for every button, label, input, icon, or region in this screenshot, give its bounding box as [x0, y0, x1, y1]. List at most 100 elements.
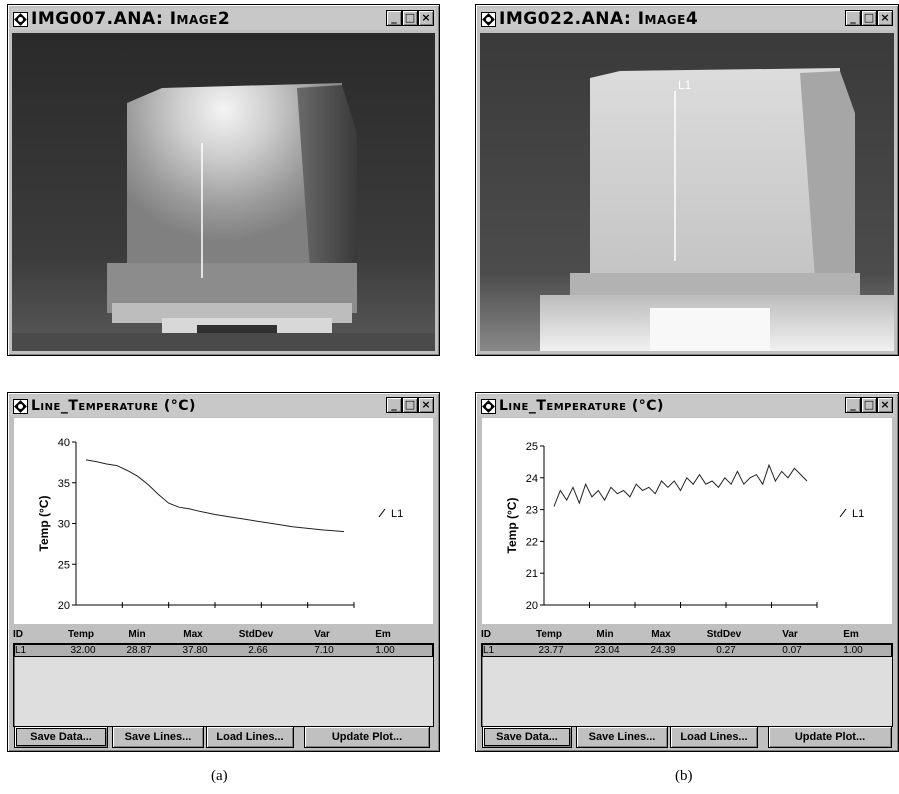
- column-header: Em: [843, 629, 859, 640]
- y-tick-label: 35: [58, 478, 70, 490]
- legend-label: L1: [391, 508, 403, 520]
- save-data-button[interactable]: Save Data...: [482, 726, 572, 748]
- load-lines-button[interactable]: Load Lines...: [206, 726, 294, 748]
- stats-table: ID Temp Min Max StdDev Var Em: [13, 629, 434, 640]
- close-icon[interactable]: ×: [877, 397, 893, 413]
- y-tick-label: 23: [526, 505, 538, 517]
- maximize-icon[interactable]: □: [861, 397, 877, 413]
- close-icon[interactable]: ×: [418, 397, 434, 413]
- y-tick-label: 25: [526, 441, 538, 453]
- thermal-image[interactable]: [12, 33, 435, 351]
- table-cell: L1: [483, 645, 495, 656]
- title-bar[interactable]: Line_Temperature (°C) _ □ ×: [479, 395, 895, 417]
- minimize-icon[interactable]: _: [845, 10, 861, 26]
- legend-swatch: [839, 508, 847, 518]
- maximize-icon[interactable]: □: [402, 397, 418, 413]
- image-window-b: IMG022.ANA: Image4 _ □ × L1: [475, 4, 899, 356]
- y-tick-label: 20: [526, 600, 538, 612]
- caption-b: (b): [675, 768, 693, 784]
- maximize-icon[interactable]: □: [402, 10, 418, 26]
- table-row[interactable]: L1 23.77 23.04 24.39 0.27 0.07 1.00: [482, 644, 892, 657]
- y-tick-label: 25: [58, 559, 70, 571]
- load-lines-button[interactable]: Load Lines...: [670, 726, 758, 748]
- legend-label: L1: [852, 508, 864, 520]
- table-cell: 37.80: [182, 645, 208, 656]
- column-header: StdDev: [238, 629, 274, 640]
- app-icon[interactable]: [481, 11, 496, 27]
- plot-window-b: Line_Temperature (°C) _ □ × 20 21 22 23 24 25…: [475, 392, 899, 752]
- series-line-l1: [85, 459, 345, 533]
- thermal-image-graphic: L1: [480, 33, 894, 351]
- y-tick-label: 24: [526, 473, 538, 485]
- close-icon[interactable]: ×: [877, 10, 893, 26]
- window-title: IMG022.ANA: Image4: [499, 9, 699, 29]
- table-cell: 1.00: [843, 645, 863, 656]
- table-cell: 1.00: [375, 645, 395, 656]
- stats-table: ID Temp Min Max StdDev Var Em: [481, 629, 893, 640]
- table-cell: L1: [15, 645, 27, 656]
- thermal-image[interactable]: L1: [480, 33, 894, 351]
- table-cell: 28.87: [126, 645, 152, 656]
- line-chart: 20 21 22 23 24 25 Temp (°C) L1: [505, 441, 864, 612]
- stats-header: ID Temp Min Max StdDev Var Em: [481, 629, 893, 640]
- column-header: Var: [314, 629, 330, 640]
- minimize-icon[interactable]: _: [386, 397, 402, 413]
- temperature-plot[interactable]: 20 25 30 35 40 Temp (°C) L1: [14, 418, 433, 624]
- y-tick-label: 21: [526, 568, 538, 580]
- minimize-icon[interactable]: _: [386, 10, 402, 26]
- title-bar[interactable]: IMG007.ANA: Image2 _ □ ×: [11, 8, 436, 30]
- minimize-icon[interactable]: _: [845, 397, 861, 413]
- stats-list[interactable]: L1 23.77 23.04 24.39 0.27 0.07 1.00: [481, 643, 893, 727]
- measurement-line-label: L1: [678, 78, 692, 92]
- column-header: Var: [782, 629, 798, 640]
- update-plot-button[interactable]: Update Plot...: [304, 726, 430, 748]
- column-header: Temp: [68, 629, 94, 640]
- series-line-l1: [553, 463, 808, 507]
- line-chart: 20 25 30 35 40 Temp (°C) L1: [37, 437, 403, 612]
- stats-list[interactable]: L1 32.00 28.87 37.80 2.66 7.10 1.00: [13, 643, 434, 727]
- window-title: IMG007.ANA: Image2: [31, 9, 231, 29]
- table-cell: 0.07: [782, 645, 802, 656]
- table-row[interactable]: L1 32.00 28.87 37.80 2.66 7.10 1.00: [14, 644, 433, 657]
- app-icon[interactable]: [13, 398, 28, 414]
- plot-window-a: Line_Temperature (°C) _ □ × 20 25 30 35 40 Te…: [7, 392, 440, 752]
- column-header: Min: [596, 629, 614, 640]
- y-axis-label: Temp (°C): [37, 496, 51, 552]
- image-window-a: IMG007.ANA: Image2 _ □ ×: [7, 4, 440, 356]
- title-bar[interactable]: Line_Temperature (°C) _ □ ×: [11, 395, 436, 417]
- save-lines-button[interactable]: Save Lines...: [576, 726, 668, 748]
- column-header: StdDev: [706, 629, 742, 640]
- column-header: ID: [13, 629, 23, 640]
- window-title: Line_Temperature (°C): [31, 398, 196, 414]
- y-tick-label: 22: [526, 536, 538, 548]
- app-icon[interactable]: [481, 398, 496, 414]
- table-cell: 24.39: [650, 645, 676, 656]
- window-title: Line_Temperature (°C): [499, 398, 664, 414]
- save-lines-button[interactable]: Save Lines...: [112, 726, 204, 748]
- column-header: Min: [128, 629, 146, 640]
- title-bar[interactable]: IMG022.ANA: Image4 _ □ ×: [479, 8, 895, 30]
- table-cell: 2.66: [248, 645, 268, 656]
- y-tick-label: 20: [58, 600, 70, 612]
- stats-header: ID Temp Min Max StdDev Var Em: [13, 629, 434, 640]
- column-header: Max: [183, 629, 203, 640]
- legend-swatch: [378, 508, 386, 518]
- y-tick-label: 30: [58, 519, 70, 531]
- maximize-icon[interactable]: □: [861, 10, 877, 26]
- column-header: Em: [375, 629, 391, 640]
- save-data-button[interactable]: Save Data...: [14, 726, 108, 748]
- caption-a: (a): [211, 768, 228, 784]
- y-axis-label: Temp (°C): [505, 498, 519, 554]
- temperature-plot[interactable]: 20 21 22 23 24 25 Temp (°C) L1: [482, 418, 892, 624]
- update-plot-button[interactable]: Update Plot...: [768, 726, 892, 748]
- table-cell: 0.27: [716, 645, 736, 656]
- thermal-image-graphic: [12, 33, 435, 351]
- table-cell: 32.00: [70, 645, 96, 656]
- column-header: Max: [651, 629, 671, 640]
- column-header: Temp: [536, 629, 562, 640]
- close-icon[interactable]: ×: [418, 10, 434, 26]
- table-cell: 23.04: [594, 645, 620, 656]
- table-cell: 7.10: [314, 645, 334, 656]
- app-icon[interactable]: [13, 11, 28, 27]
- column-header: ID: [481, 629, 491, 640]
